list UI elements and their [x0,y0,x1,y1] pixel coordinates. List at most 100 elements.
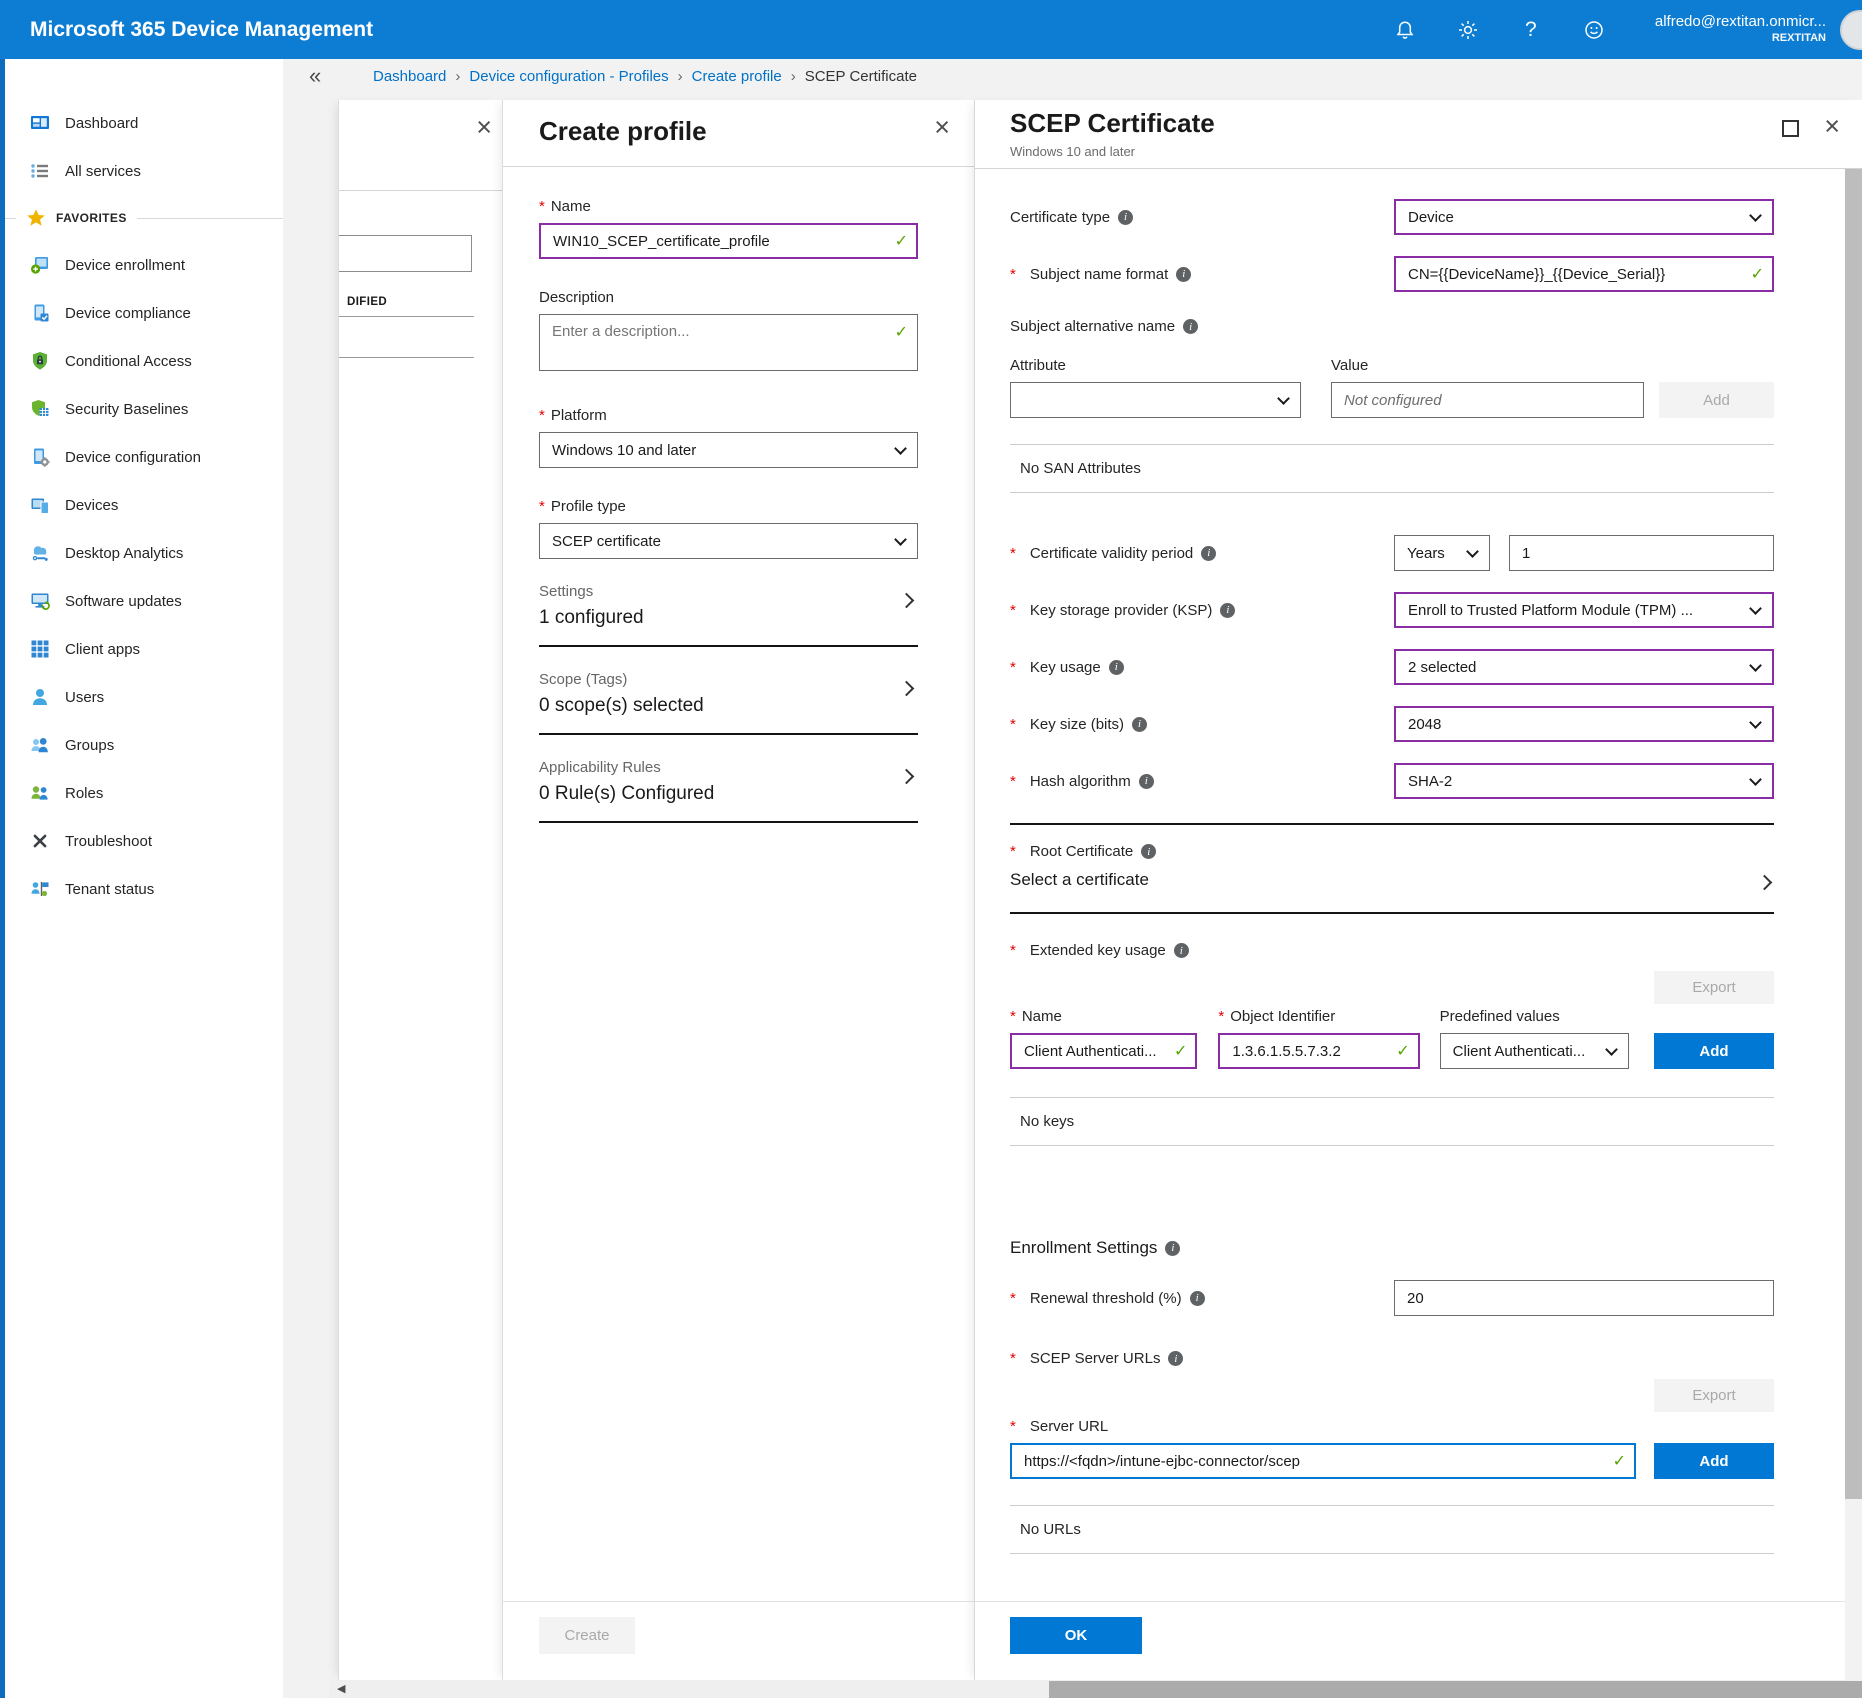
subject-name-format-input[interactable] [1394,256,1774,292]
eku-oid-input[interactable] [1218,1033,1419,1069]
vertical-scrollbar-thumb[interactable] [1845,169,1862,1499]
profile-type-select[interactable]: SCEP certificate [539,523,918,559]
san-value-input[interactable] [1331,382,1644,418]
extended-key-usage-label: Extended key usage [1010,942,1774,959]
sidebar-item-label: Device compliance [65,305,191,322]
ksp-row: Key storage provider (KSP) Enroll to Tru… [1010,592,1774,628]
applicability-rules-section-link[interactable]: Applicability Rules 0 Rule(s) Configured [539,735,918,823]
horizontal-scrollbar-thumb[interactable] [1049,1681,1862,1698]
sidebar-item-roles[interactable]: Roles [0,769,283,817]
sidebar-item-desktop-analytics[interactable]: Desktop Analytics [0,529,283,577]
sidebar-item-devices[interactable]: Devices [0,481,283,529]
sidebar-item-label: All services [65,163,141,180]
divider [1010,492,1774,493]
scope-tags-section-link[interactable]: Scope (Tags) 0 scope(s) selected [539,647,918,735]
info-icon[interactable] [1174,943,1189,958]
divider [137,218,283,219]
info-icon[interactable] [1141,844,1156,859]
help-icon[interactable]: ? [1518,17,1544,43]
sidebar-item-all-services[interactable]: All services [0,147,283,195]
validity-number-input[interactable] [1509,535,1774,571]
breadcrumb-device-configuration-profiles[interactable]: Device configuration - Profiles [469,68,668,85]
sidebar-item-client-apps[interactable]: Client apps [0,625,283,673]
section-value: 0 Rule(s) Configured [539,783,918,805]
sidebar-item-tenant-status[interactable]: Tenant status [0,865,283,913]
eku-predefined-column: Predefined values Client Authenticati... [1440,1008,1629,1069]
sidebar-item-device-compliance[interactable]: Device compliance [0,289,283,337]
info-icon[interactable] [1168,1351,1183,1366]
close-icon[interactable]: × [476,114,492,141]
info-icon[interactable] [1220,603,1235,618]
san-value-column: Value [1331,357,1644,418]
san-attribute-select[interactable] [1010,382,1301,418]
chevron-down-icon [1749,716,1762,729]
settings-section-link[interactable]: Settings 1 configured [539,559,918,647]
sidebar-item-security-baselines[interactable]: Security Baselines [0,385,283,433]
close-icon[interactable]: × [934,114,950,141]
eku-export-button[interactable]: Export [1654,971,1774,1004]
sidebar-item-software-updates[interactable]: Software updates [0,577,283,625]
eku-name-input[interactable] [1010,1033,1197,1069]
info-icon[interactable] [1165,1241,1180,1256]
eku-add-button[interactable]: Add [1654,1033,1774,1069]
key-size-row: Key size (bits) 2048 [1010,706,1774,742]
subject-name-format-wrap: ✓ [1394,256,1774,292]
key-usage-select[interactable]: 2 selected [1394,649,1774,685]
scep-server-urls-label: SCEP Server URLs [1010,1350,1774,1367]
avatar[interactable] [1840,10,1862,50]
eku-predefined-select[interactable]: Client Authenticati... [1440,1033,1629,1069]
validity-unit-select[interactable]: Years [1394,535,1490,571]
info-icon[interactable] [1132,717,1147,732]
info-icon[interactable] [1109,660,1124,675]
info-icon[interactable] [1118,210,1133,225]
sidebar-item-device-enrollment[interactable]: Device enrollment [0,241,283,289]
sidebar-item-device-configuration[interactable]: Device configuration [0,433,283,481]
certificate-type-select[interactable]: Device [1394,199,1774,235]
scroll-left-arrow-icon[interactable]: ◀ [337,1682,345,1695]
info-icon[interactable] [1183,319,1198,334]
description-input[interactable] [539,314,918,371]
sidebar-collapse-icon[interactable]: « [309,63,321,89]
section-label: Scope (Tags) [539,671,918,688]
breadcrumb-dashboard[interactable]: Dashboard [373,68,446,85]
info-icon[interactable] [1176,267,1191,282]
feedback-smiley-icon[interactable] [1581,17,1607,43]
create-button[interactable]: Create [539,1617,635,1654]
blade-subtitle: Windows 10 and later [1010,144,1135,159]
sidebar-item-troubleshoot[interactable]: Troubleshoot [0,817,283,865]
create-profile-blade: Create profile × Name ✓ Description ✓ Pl… [502,100,974,1680]
section-label: Applicability Rules [539,759,918,776]
breadcrumb-create-profile[interactable]: Create profile [692,68,782,85]
hash-algorithm-select[interactable]: SHA-2 [1394,763,1774,799]
eku-grid: Name ✓ Object Identifier ✓ [1010,1008,1774,1069]
info-icon[interactable] [1201,546,1216,561]
urls-export-button[interactable]: Export [1654,1379,1774,1412]
server-url-input[interactable] [1010,1443,1636,1479]
server-url-add-button[interactable]: Add [1654,1443,1774,1479]
close-icon[interactable]: × [1824,113,1840,140]
key-usage-row: Key usage 2 selected [1010,649,1774,685]
sidebar-item-groups[interactable]: Groups [0,721,283,769]
maximize-icon[interactable] [1782,120,1799,137]
sidebar-item-conditional-access[interactable]: Conditional Access [0,337,283,385]
ksp-select[interactable]: Enroll to Trusted Platform Module (TPM) … [1394,592,1774,628]
key-size-value: 2048 [1408,716,1441,733]
sidebar-item-dashboard[interactable]: Dashboard [0,99,283,147]
root-certificate-section[interactable]: Root Certificate Select a certificate [1010,843,1774,890]
key-size-select[interactable]: 2048 [1394,706,1774,742]
account-info[interactable]: alfredo@rextitan.onmicr... REXTITAN [1655,13,1826,46]
ok-button[interactable]: OK [1010,1617,1142,1654]
info-icon[interactable] [1139,774,1154,789]
divider [339,357,474,358]
platform-select[interactable]: Windows 10 and later [539,432,918,468]
blade-title: Create profile [539,116,707,147]
renewal-threshold-input[interactable] [1394,1280,1774,1316]
settings-gear-icon[interactable] [1455,17,1481,43]
name-input[interactable] [539,223,918,259]
info-icon[interactable] [1190,1291,1205,1306]
notifications-bell-icon[interactable] [1392,17,1418,43]
profiles-search-input[interactable] [338,236,471,271]
sidebar-item-users[interactable]: Users [0,673,283,721]
san-add-button[interactable]: Add [1659,382,1774,418]
security-baselines-icon [30,399,50,419]
